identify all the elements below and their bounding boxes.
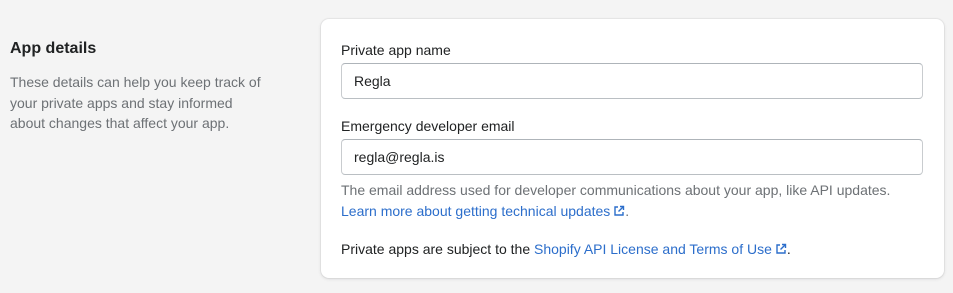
developer-email-help-text: The email address used for developer com…	[341, 180, 926, 221]
app-details-card: Private app name Emergency developer ema…	[321, 19, 944, 278]
app-details-section-info: App details These details can help you k…	[10, 38, 280, 134]
external-link-icon	[775, 243, 787, 255]
section-title: App details	[10, 40, 97, 57]
help-text-prefix: The email address used for developer com…	[341, 182, 891, 198]
api-license-terms-link[interactable]: Shopify API License and Terms of Use	[534, 241, 787, 257]
technical-updates-link[interactable]: Learn more about getting technical updat…	[341, 203, 625, 219]
developer-email-label: Emergency developer email	[341, 118, 515, 134]
section-description: These details can help you keep track of…	[10, 74, 261, 131]
external-link-icon	[613, 205, 625, 217]
terms-notice: Private apps are subject to the Shopify …	[341, 239, 791, 259]
developer-email-input[interactable]	[341, 139, 923, 175]
app-name-input[interactable]	[341, 63, 923, 99]
api-license-terms-link-label: Shopify API License and Terms of Use	[534, 241, 772, 257]
app-name-label: Private app name	[341, 42, 451, 58]
help-text-suffix: .	[625, 202, 630, 219]
terms-prefix: Private apps are subject to the	[341, 241, 534, 257]
technical-updates-link-label: Learn more about getting technical updat…	[341, 202, 611, 219]
terms-suffix: .	[786, 241, 791, 257]
